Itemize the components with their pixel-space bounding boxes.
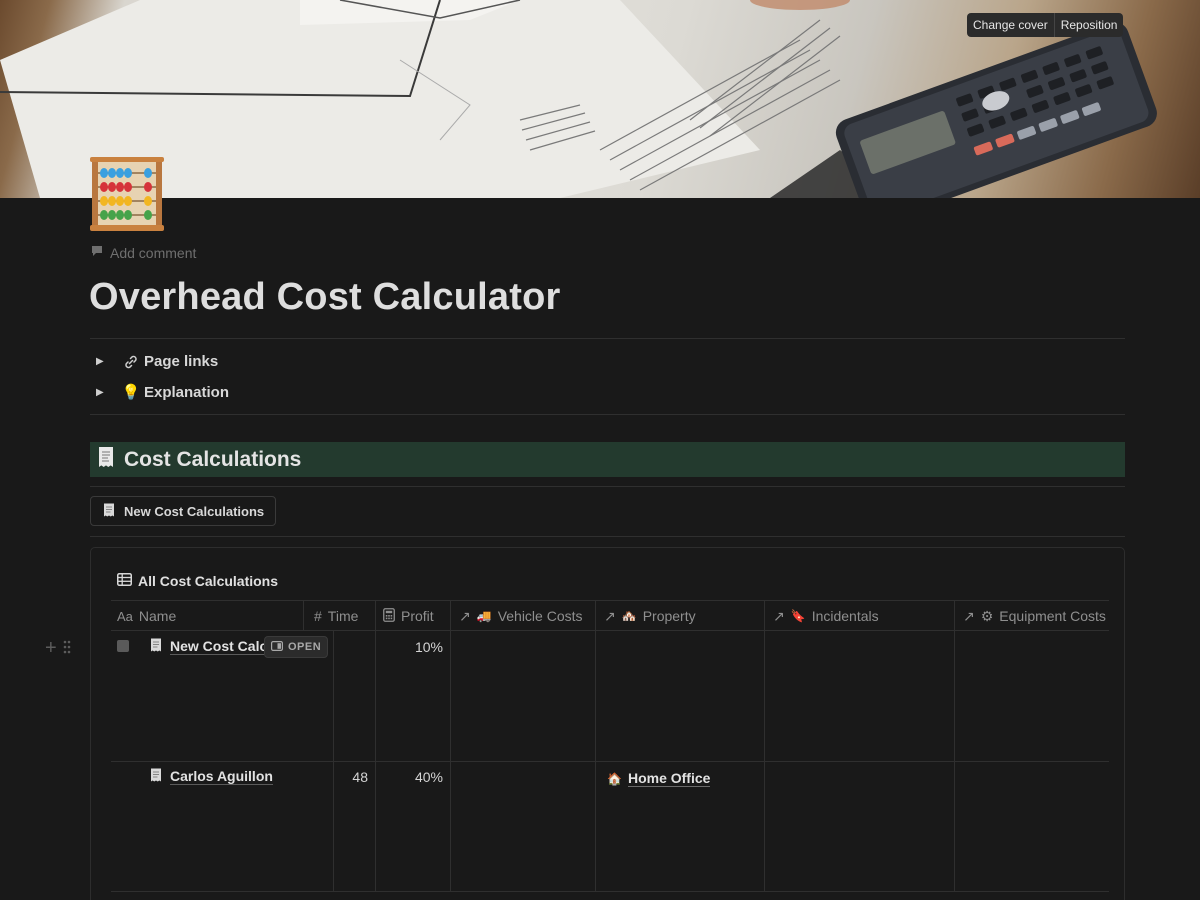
profit-cell[interactable]: 40%: [376, 769, 443, 785]
column-divider: [954, 600, 955, 891]
column-header-equipment-costs[interactable]: ↗ ⚙ Equipment Costs: [955, 601, 1109, 631]
column-label: Vehicle Costs: [497, 608, 583, 624]
toggle-triangle-icon[interactable]: ▶: [96, 387, 110, 398]
column-header-profit[interactable]: Profit: [375, 601, 450, 631]
toggle-label: Explanation: [144, 383, 230, 401]
table-row-name-cell[interactable]: Carlos Aguillon: [150, 768, 273, 785]
house-icon: 🏠: [607, 771, 622, 786]
column-header-time[interactable]: # Time: [306, 601, 376, 631]
divider: [90, 414, 1125, 415]
column-divider: [595, 600, 596, 891]
receipt-icon: [150, 638, 162, 655]
open-page-button[interactable]: OPEN: [264, 636, 329, 658]
column-label: Profit: [401, 608, 434, 624]
new-cost-calculations-button[interactable]: New Cost Calculations: [90, 496, 277, 526]
row-checkbox[interactable]: [117, 640, 129, 652]
property-relation-chip[interactable]: 🏠 Home Office: [607, 770, 711, 787]
side-peek-icon: [271, 640, 284, 654]
relation-arrow-icon: ↗: [459, 607, 471, 624]
receipt-icon: [150, 768, 162, 785]
truck-icon: 🚚: [476, 609, 492, 623]
change-cover-button[interactable]: Change cover: [967, 13, 1054, 37]
column-header-vehicle-costs[interactable]: ↗ 🚚 Vehicle Costs: [451, 601, 596, 631]
relation-arrow-icon: ↗: [773, 607, 785, 624]
column-label: Incidentals: [811, 608, 879, 624]
houses-icon: 🏘️: [621, 609, 637, 623]
bookmark-tag-icon: 🔖: [790, 609, 806, 623]
reposition-button[interactable]: Reposition: [1053, 13, 1124, 37]
calculator-icon: [383, 607, 395, 625]
column-label: Name: [138, 608, 177, 624]
lightbulb-icon: 💡: [121, 384, 141, 401]
toggle-explanation[interactable]: ▶ 💡 Explanation: [96, 383, 230, 402]
drag-handle-icon[interactable]: [63, 637, 71, 660]
relation-arrow-icon: ↗: [963, 607, 975, 624]
column-label: Property: [642, 608, 696, 624]
section-title: Cost Calculations: [124, 447, 302, 471]
receipt-icon: [96, 446, 116, 473]
time-cell[interactable]: 48: [334, 769, 368, 785]
cover-controls: Change cover Reposition: [967, 13, 1124, 37]
page-cover: Change cover Reposition: [0, 0, 1200, 198]
divider: [90, 486, 1125, 487]
text-property-icon: Aa: [117, 608, 133, 624]
page-title[interactable]: Overhead Cost Calculator: [89, 276, 561, 319]
column-divider: [450, 600, 451, 891]
row-controls: +: [45, 637, 71, 660]
section-header-cost-calculations: Cost Calculations: [90, 442, 1125, 477]
relation-arrow-icon: ↗: [604, 607, 616, 624]
row-divider: [111, 891, 1109, 892]
row-name: Carlos Aguillon: [170, 768, 273, 785]
table-header-row: Aa Name # Time Profit ↗ 🚚 Vehicle Costs …: [111, 600, 1109, 631]
column-header-name[interactable]: Aa Name: [111, 601, 304, 631]
column-label: Equipment Costs: [999, 608, 1106, 624]
row-name: New Cost Calcu: [170, 638, 276, 655]
comment-icon: [90, 244, 104, 261]
add-comment-label: Add comment: [110, 244, 197, 261]
table-row-name-cell[interactable]: New Cost Calcu: [150, 638, 276, 655]
view-tab-all-cost-calculations[interactable]: All Cost Calculations: [117, 573, 278, 589]
gear-icon: ⚙: [980, 607, 994, 624]
number-property-icon: #: [314, 608, 322, 624]
view-tab-label: All Cost Calculations: [138, 573, 279, 589]
receipt-icon: [103, 503, 115, 520]
column-header-property[interactable]: ↗ 🏘️ Property: [596, 601, 764, 631]
profit-cell[interactable]: 10%: [376, 639, 443, 655]
link-icon: [120, 354, 142, 370]
column-header-incidentals[interactable]: ↗ 🔖 Incidentals: [765, 601, 955, 631]
open-label: OPEN: [288, 641, 322, 653]
table-icon: [117, 573, 132, 589]
abacus-icon[interactable]: [90, 157, 164, 233]
divider: [90, 536, 1125, 537]
column-label: Time: [327, 608, 359, 624]
row-divider: [111, 761, 1109, 762]
toggle-triangle-icon[interactable]: ▶: [96, 356, 110, 367]
toggle-label: Page links: [144, 353, 219, 370]
toggle-page-links[interactable]: ▶ Page links: [96, 353, 218, 370]
add-row-icon[interactable]: +: [45, 637, 57, 660]
add-comment-button[interactable]: Add comment: [90, 244, 196, 261]
relation-label: Home Office: [627, 770, 711, 787]
column-resize-handle[interactable]: [303, 600, 304, 631]
divider: [90, 338, 1125, 339]
new-button-label: New Cost Calculations: [124, 503, 265, 519]
column-divider: [764, 600, 765, 891]
